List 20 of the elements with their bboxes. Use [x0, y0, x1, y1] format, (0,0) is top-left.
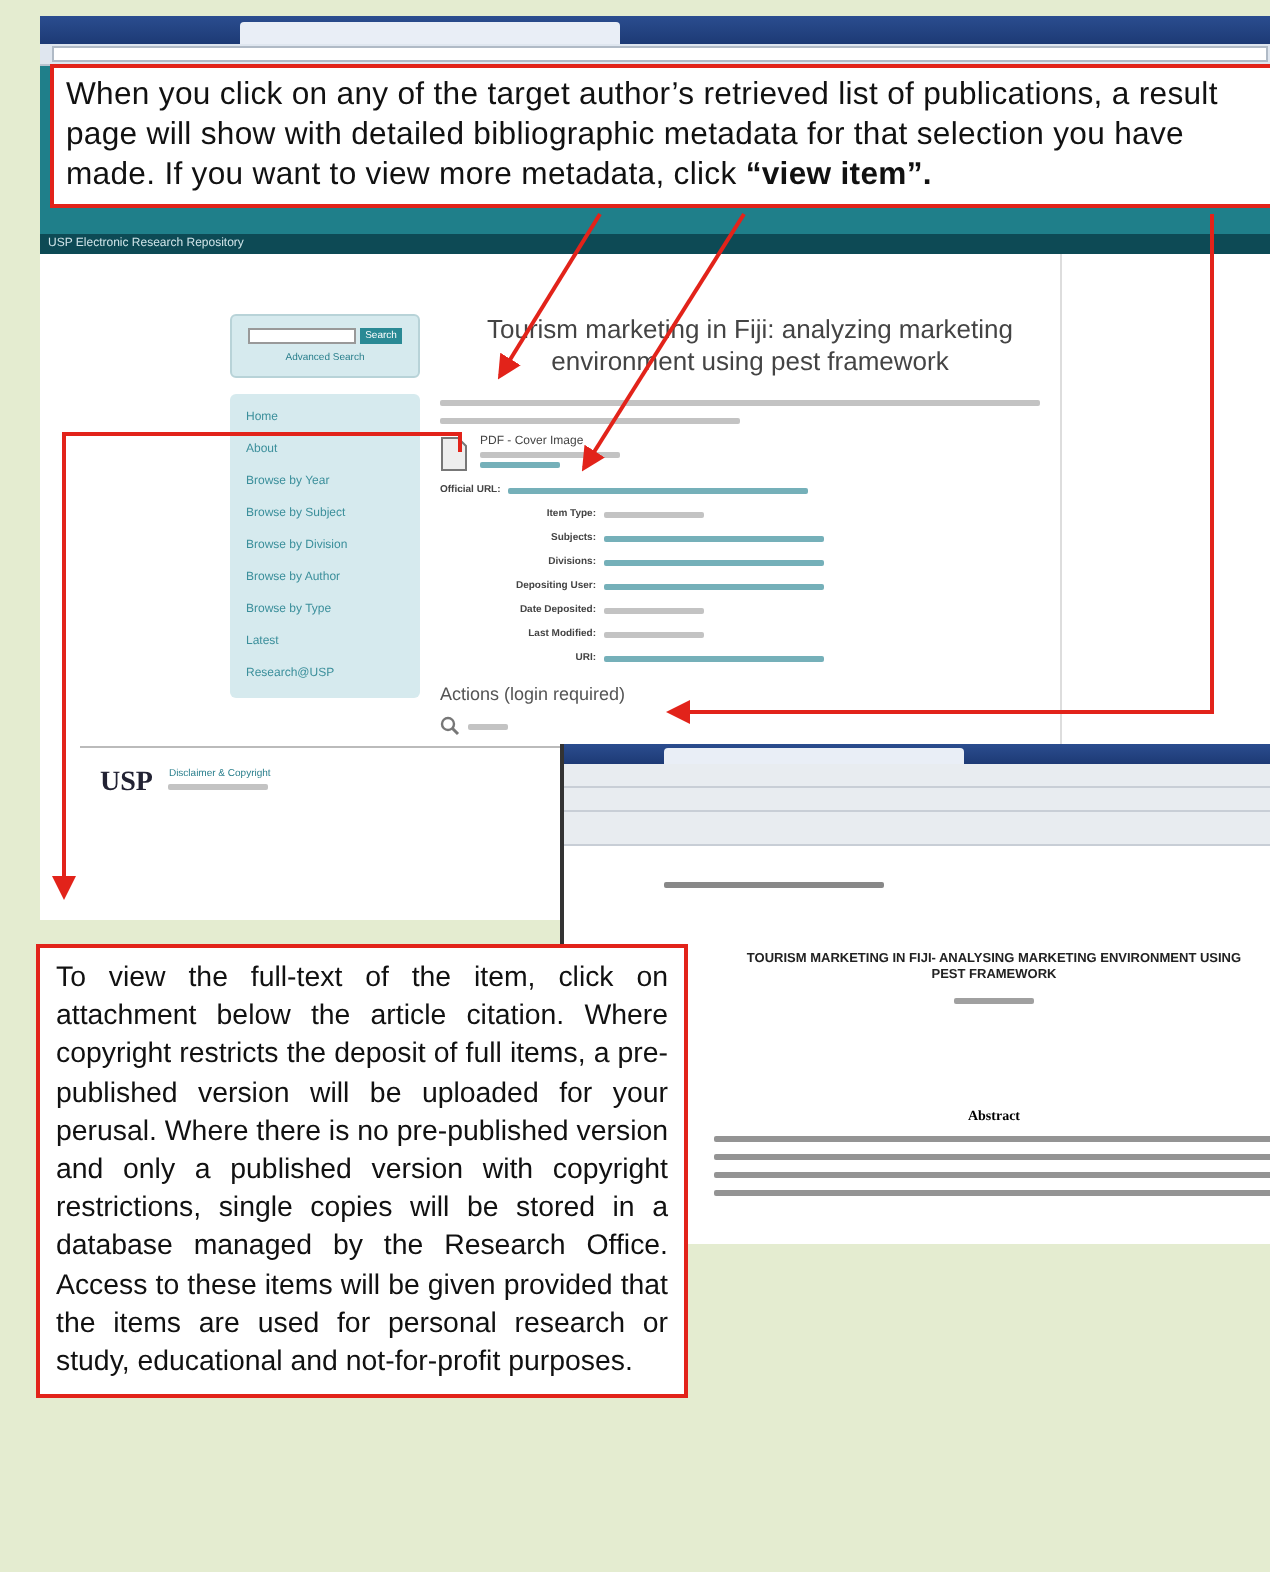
url-link-drawing[interactable] [508, 487, 809, 494]
author-name-drawing [954, 997, 1034, 1004]
magnifier-icon[interactable] [440, 716, 460, 737]
usp-logo: USP [100, 768, 153, 800]
link-text-drawing[interactable] [604, 655, 824, 662]
value-text-drawing [604, 631, 704, 638]
callout-note: To view the full-text of the item, click on attachment below the article citation. Where copyright restricts the deposit of full items, a pre-published version will be uploaded for your perusal. Where there is no pre-published version and only a published version with copyright restrictions, single copies will be stored in a database managed by the Research Office. Access to these items will be given provided that the items are used for personal research or study, educational and not-for-profit purposes. [36, 944, 688, 1399]
callout-note: When you click on any of the target author’s retrieved list of publications, a result page will show with detailed bibliographic metadata for that selection you have made. If you want to view more metadata, click “view item”. [50, 64, 1270, 208]
search-field[interactable] [247, 328, 356, 344]
link-text-drawing[interactable] [604, 535, 824, 542]
link-text-drawing[interactable] [604, 583, 824, 590]
note-text-drawing [480, 452, 620, 459]
address-field[interactable] [52, 46, 1268, 62]
value-text-drawing [604, 511, 704, 518]
download-link-drawing[interactable] [480, 462, 560, 469]
link-text-drawing[interactable] [604, 559, 824, 566]
value-text-drawing [604, 607, 704, 614]
actions-heading: Actions (login required) [440, 684, 628, 705]
copyright-text-drawing [168, 784, 269, 790]
document-icon[interactable] [440, 436, 468, 473]
